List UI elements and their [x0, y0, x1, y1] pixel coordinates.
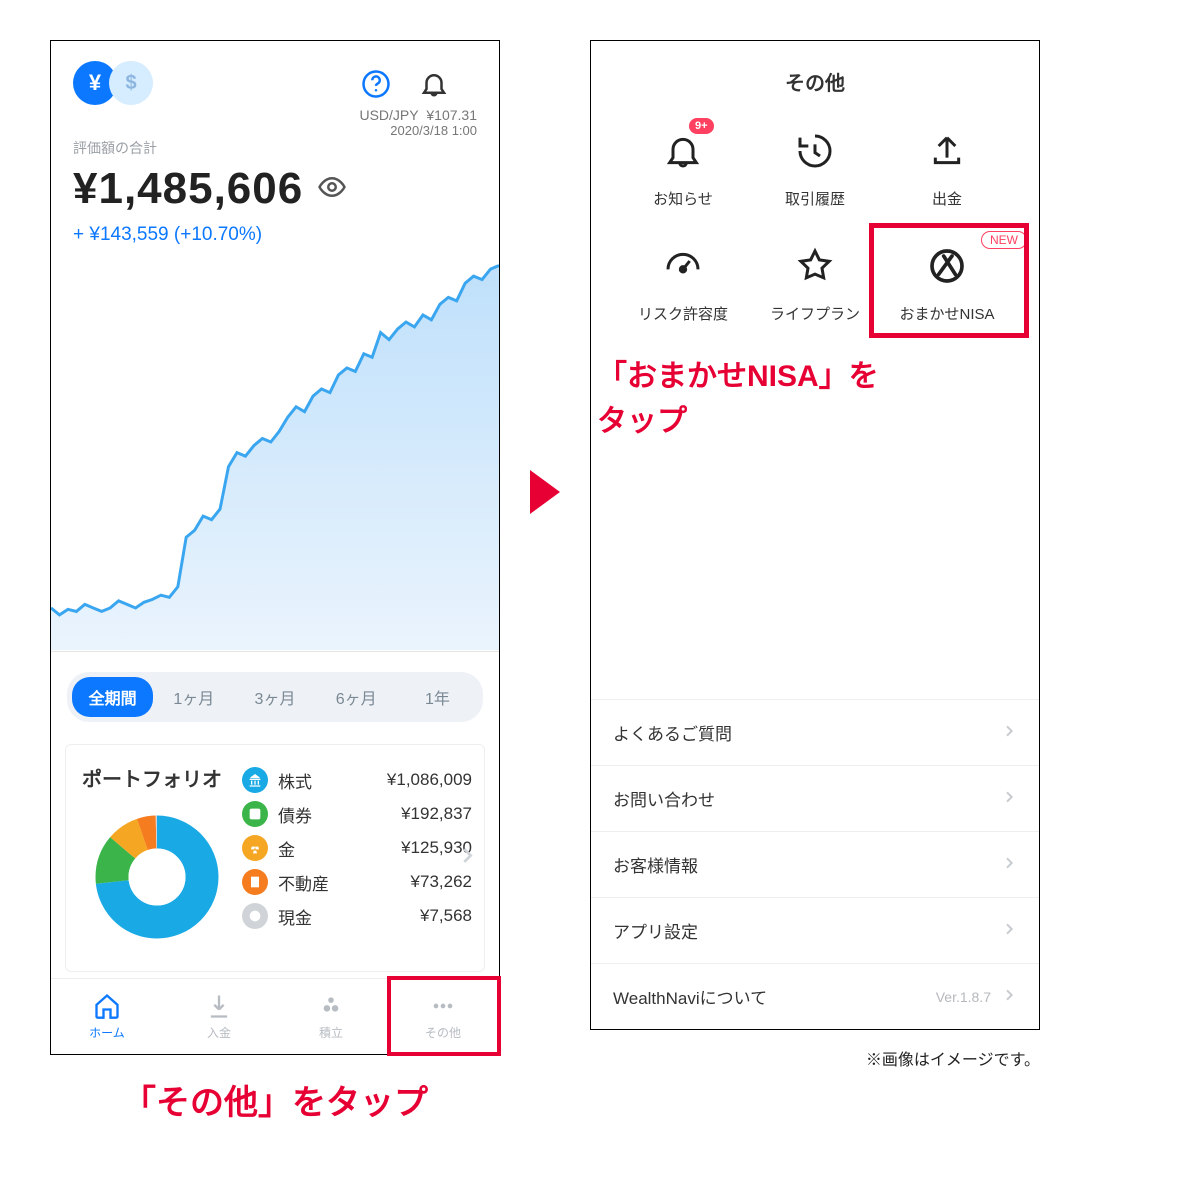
badge-count: 9+ — [689, 118, 714, 134]
range-6ヶ月[interactable]: 6ヶ月 — [316, 677, 397, 717]
home-screen: ¥ $ USD/JPY ¥107.3 — [50, 40, 500, 1055]
menu-お知らせ[interactable]: お知らせ9+ — [617, 128, 749, 209]
asset-icon — [242, 869, 268, 895]
asset-name: 現金 — [278, 904, 336, 929]
list-item-お客様情報[interactable]: お客様情報 — [591, 831, 1039, 897]
asset-row-債券: 債券 ¥192,837 — [242, 797, 472, 831]
asset-icon — [242, 835, 268, 861]
chevron-right-icon — [456, 845, 478, 872]
flow-arrow — [530, 40, 560, 514]
menu-icon — [924, 128, 970, 174]
list-item-label: WealthNaviについて — [613, 984, 767, 1009]
arrow-right-icon — [530, 470, 560, 514]
caption-tap-nisa: 「おまかせNISA」をタップ — [591, 334, 1039, 444]
range-1ヶ月[interactable]: 1ヶ月 — [153, 677, 234, 717]
range-全期間[interactable]: 全期間 — [72, 677, 153, 717]
asset-value: ¥7,568 — [420, 906, 472, 926]
portfolio-donut — [82, 802, 232, 952]
asset-value: ¥192,837 — [401, 804, 472, 824]
list-item-label: お客様情報 — [613, 852, 698, 877]
balance-chart[interactable] — [51, 262, 499, 652]
tab-その他[interactable]: その他 — [387, 979, 499, 1054]
balance-label: 評価額の合計 — [73, 138, 477, 158]
asset-row-不動産: 不動産 ¥73,262 — [242, 865, 472, 899]
list-item-label: よくあるご質問 — [613, 720, 732, 745]
time-range-segmented[interactable]: 全期間1ヶ月3ヶ月6ヶ月1年 — [67, 672, 483, 722]
chevron-right-icon — [1001, 723, 1017, 742]
help-icon[interactable] — [359, 67, 393, 101]
menu-取引履歴[interactable]: 取引履歴 — [749, 128, 881, 209]
menu-icon — [792, 243, 838, 289]
menu-icon — [660, 243, 706, 289]
asset-icon — [242, 767, 268, 793]
menu-label: ライフプラン — [770, 303, 860, 324]
badge-new: NEW — [981, 231, 1027, 249]
bell-icon[interactable] — [417, 67, 451, 101]
list-item-label: アプリ設定 — [613, 918, 698, 943]
menu-icon — [660, 128, 706, 174]
portfolio-title: ポートフォリオ — [82, 763, 232, 792]
range-1年[interactable]: 1年 — [397, 677, 478, 717]
chevron-right-icon — [1001, 789, 1017, 808]
currency-toggle[interactable]: ¥ $ — [73, 61, 153, 105]
other-screen: その他 お知らせ9+取引履歴出金リスク許容度ライフプランおまかせNISANEW … — [590, 40, 1040, 1030]
menu-label: 出金 — [932, 188, 962, 209]
menu-label: 取引履歴 — [785, 188, 845, 209]
currency-usd-button[interactable]: $ — [109, 61, 153, 105]
chevron-right-icon — [1001, 855, 1017, 874]
asset-name: 株式 — [278, 768, 336, 793]
disclaimer: ※画像はイメージです。 — [590, 1046, 1040, 1070]
list-item-WealthNaviについて[interactable]: WealthNaviについて Ver.1.8.7 — [591, 963, 1039, 1029]
menu-icon — [792, 128, 838, 174]
asset-value: ¥73,262 — [411, 872, 472, 892]
menu-icon — [924, 243, 970, 289]
asset-name: 不動産 — [278, 870, 336, 895]
tab-入金[interactable]: 入金 — [163, 979, 275, 1054]
menu-リスク許容度[interactable]: リスク許容度 — [617, 243, 749, 324]
caption-tap-other: 「その他」をタップ — [50, 1075, 500, 1124]
chevron-right-icon — [1001, 987, 1017, 1006]
menu-label: おまかせNISA — [899, 303, 994, 324]
asset-row-現金: 現金 ¥7,568 — [242, 899, 472, 933]
menu-ライフプラン[interactable]: ライフプラン — [749, 243, 881, 324]
menu-おまかせNISA[interactable]: おまかせNISANEW — [881, 243, 1013, 324]
asset-name: 金 — [278, 836, 336, 861]
list-item-meta: Ver.1.8.7 — [936, 989, 991, 1005]
menu-label: リスク許容度 — [638, 303, 728, 324]
fx-rate: USD/JPY ¥107.31 2020/3/18 1:00 — [359, 107, 477, 138]
list-item-よくあるご質問[interactable]: よくあるご質問 — [591, 699, 1039, 765]
balance-value: ¥1,485,606 — [73, 164, 303, 214]
tab-bar: ホーム入金積立その他 — [51, 978, 499, 1054]
asset-row-金: 金¥125,930 — [242, 831, 472, 865]
menu-出金[interactable]: 出金 — [881, 128, 1013, 209]
tab-積立[interactable]: 積立 — [275, 979, 387, 1054]
tab-ホーム[interactable]: ホーム — [51, 979, 163, 1054]
list-item-アプリ設定[interactable]: アプリ設定 — [591, 897, 1039, 963]
asset-icon — [242, 801, 268, 827]
asset-name: 債券 — [278, 802, 336, 827]
asset-row-株式: 株式 ¥1,086,009 — [242, 763, 472, 797]
chevron-right-icon — [1001, 921, 1017, 940]
portfolio-card[interactable]: ポートフォリオ 株式¥1,086,009債券¥192,837金¥125,930不… — [65, 744, 485, 972]
gain-value: + ¥143,559 (+10.70%) — [73, 224, 477, 246]
screen-title: その他 — [591, 41, 1039, 118]
asset-icon — [242, 903, 268, 929]
list-item-label: お問い合わせ — [613, 786, 715, 811]
list-item-お問い合わせ[interactable]: お問い合わせ — [591, 765, 1039, 831]
menu-label: お知らせ — [653, 188, 713, 209]
range-3ヶ月[interactable]: 3ヶ月 — [234, 677, 315, 717]
asset-value: ¥1,086,009 — [387, 770, 472, 790]
toggle-visibility-icon[interactable] — [317, 172, 347, 207]
